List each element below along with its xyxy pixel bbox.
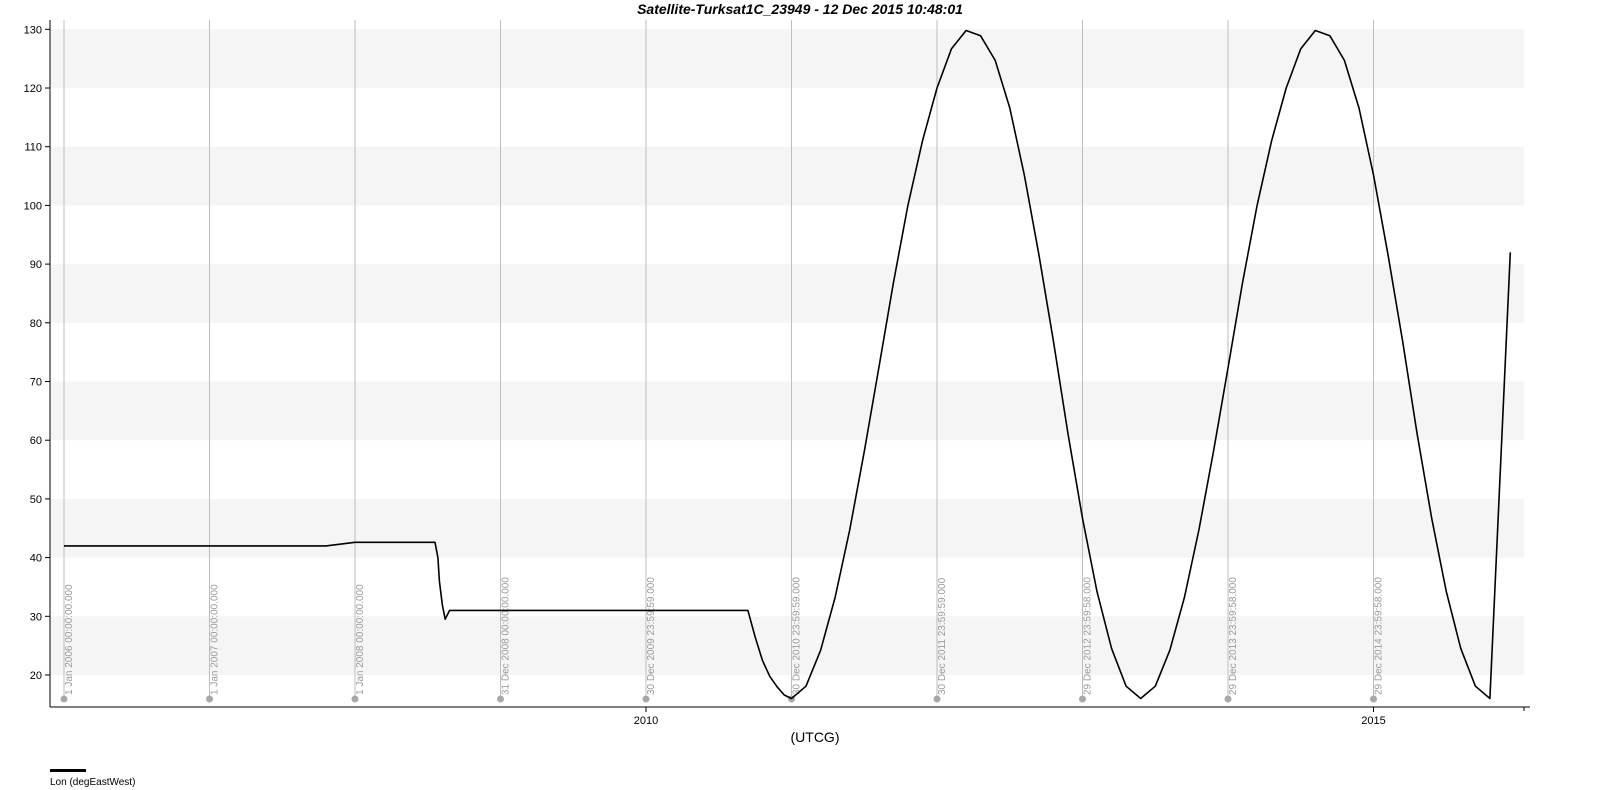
y-tick-label: 80 bbox=[30, 318, 42, 330]
grid-band bbox=[50, 675, 1524, 707]
grid-band bbox=[50, 29, 1524, 88]
chart-plot: 1 Jan 2006 00:00:00.000 1 Jan 2007 00:00:… bbox=[24, 20, 1530, 745]
marker-label: 29 Dec 2014 23:59:58.000 bbox=[1374, 577, 1385, 695]
y-tick-label: 130 bbox=[24, 24, 42, 36]
y-tick-label: 20 bbox=[30, 670, 42, 682]
marker-dot bbox=[60, 695, 68, 703]
grid-band bbox=[50, 498, 1524, 558]
y-tick-label: 100 bbox=[24, 200, 42, 212]
marker-label: 29 Dec 2013 23:59:58.000 bbox=[1228, 577, 1239, 695]
marker-dot bbox=[642, 695, 650, 703]
marker-label: 1 Jan 2008 00:00:00.000 bbox=[355, 584, 366, 695]
y-tick-label: 120 bbox=[24, 83, 42, 95]
y-tick-label: 40 bbox=[30, 553, 42, 565]
y-tick-label: 30 bbox=[30, 611, 42, 623]
legend-swatch bbox=[50, 769, 86, 772]
marker-label: 30 Dec 2010 23:59:59.000 bbox=[792, 577, 803, 695]
x-tick-label: 2015 bbox=[1361, 715, 1385, 727]
marker-label: 30 Dec 2011 23:59:59.000 bbox=[937, 577, 948, 695]
grid-band bbox=[50, 381, 1524, 441]
series-line bbox=[64, 29, 1512, 700]
marker-dot bbox=[1224, 695, 1232, 703]
grid-band bbox=[50, 616, 1524, 675]
marker-dot bbox=[206, 695, 213, 703]
marker-dot bbox=[1079, 695, 1086, 703]
grid-band bbox=[50, 264, 1524, 323]
marker-label: 30 Dec 2009 23:59:59.000 bbox=[646, 577, 657, 695]
marker-dot bbox=[933, 695, 941, 703]
marker-dot bbox=[1370, 695, 1377, 703]
marker-label: 1 Jan 2006 00:00:00.000 bbox=[64, 584, 75, 695]
y-tick-label: 60 bbox=[30, 435, 42, 447]
legend: Lon (degEastWest) bbox=[50, 769, 250, 789]
marker-dot bbox=[497, 695, 504, 703]
marker-dot bbox=[351, 695, 359, 703]
x-axis-label: (UTCG) bbox=[791, 729, 840, 745]
y-tick-label: 50 bbox=[30, 494, 42, 506]
y-tick-label: 110 bbox=[24, 142, 42, 154]
x-tick-label: 2010 bbox=[634, 715, 658, 727]
y-tick-label: 90 bbox=[30, 259, 42, 271]
marker-label: 1 Jan 2007 00:00:00.000 bbox=[210, 584, 221, 695]
grid-band bbox=[50, 146, 1524, 206]
legend-label: Lon (degEastWest) bbox=[50, 777, 136, 788]
y-tick-label: 70 bbox=[30, 377, 42, 389]
marker-label: 29 Dec 2012 23:59:58.000 bbox=[1083, 577, 1094, 695]
marker-label: 31 Dec 2008 00:00:00.000 bbox=[501, 577, 512, 695]
